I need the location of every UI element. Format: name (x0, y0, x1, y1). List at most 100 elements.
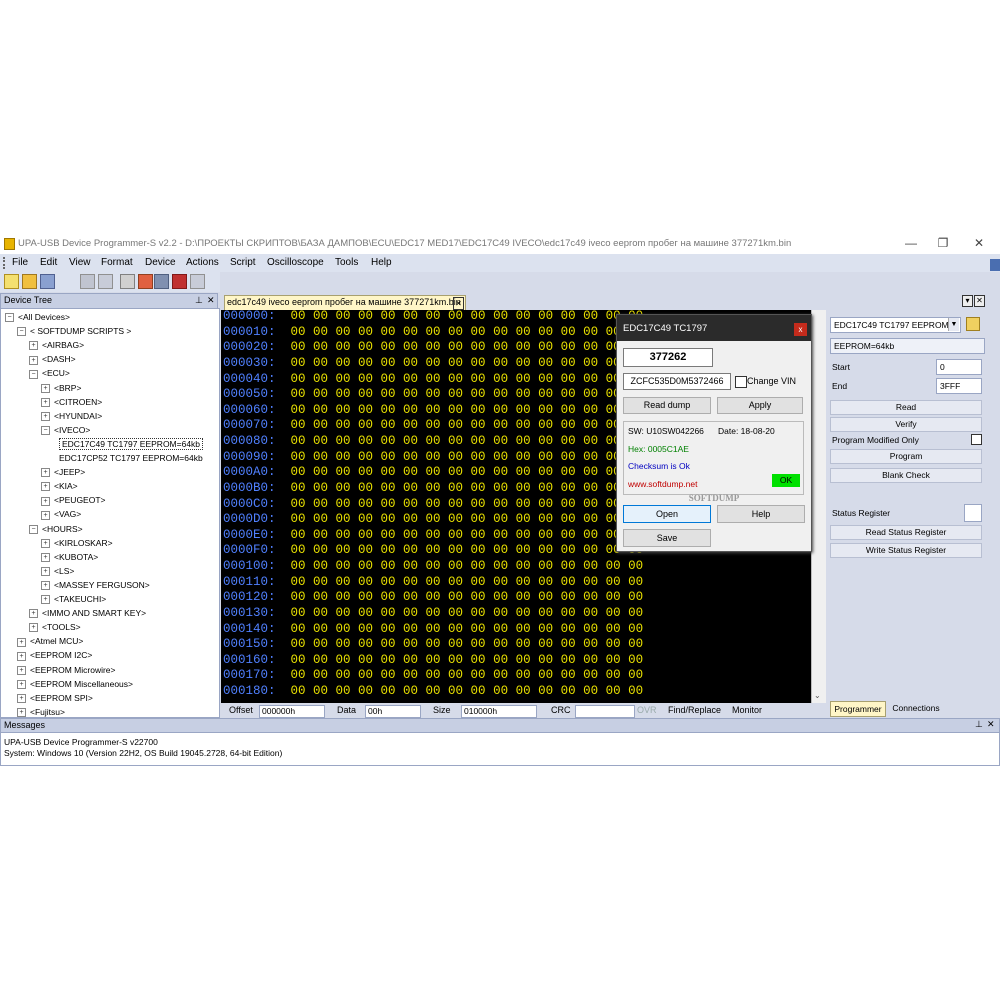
expand-icon[interactable]: + (41, 510, 50, 520)
hex-row[interactable]: 000070: 00 00 00 00 00 00 00 00 00 00 00… (223, 418, 643, 434)
read-button[interactable]: Read (830, 400, 982, 415)
tree-item[interactable]: + <IMMO AND SMART KEY> (29, 606, 146, 620)
hex-row[interactable]: 000160: 00 00 00 00 00 00 00 00 00 00 00… (223, 653, 643, 669)
hex-row[interactable]: 000000: 00 00 00 00 00 00 00 00 00 00 00… (223, 310, 643, 325)
hex-bytes[interactable]: 00 00 00 00 00 00 00 00 00 00 00 00 00 0… (291, 575, 644, 589)
tree-item[interactable]: + <MASSEY FERGUSON> (41, 578, 150, 592)
menu-help[interactable]: Help (371, 257, 392, 268)
ok-indicator[interactable]: OK (772, 474, 800, 487)
hex-bytes[interactable]: 00 00 00 00 00 00 00 00 00 00 00 00 00 0… (291, 559, 644, 573)
menu-overflow-icon[interactable] (990, 259, 1000, 271)
expand-icon[interactable]: + (41, 397, 50, 407)
tree-item[interactable]: − <HOURS> (29, 522, 83, 536)
hex-row[interactable]: 0000F0: 00 00 00 00 00 00 00 00 00 00 00… (223, 543, 643, 559)
tree-item[interactable]: + <KUBOTA> (41, 550, 98, 564)
status-register-field[interactable] (964, 504, 982, 522)
tree-item[interactable]: + <DASH> (29, 352, 76, 366)
expand-icon[interactable]: + (41, 581, 50, 591)
tree-item[interactable]: + <HYUNDAI> (41, 409, 102, 423)
expand-icon[interactable]: + (29, 609, 38, 619)
hex-bytes[interactable]: 00 00 00 00 00 00 00 00 00 00 00 00 00 0… (291, 387, 644, 401)
start-field[interactable]: 0 (936, 359, 982, 375)
expand-icon[interactable]: + (17, 665, 26, 675)
mileage-field[interactable]: 377262 (623, 348, 713, 367)
tree-item[interactable]: + <AIRBAG> (29, 338, 84, 352)
settings-icon[interactable] (190, 274, 205, 289)
write-status-register-button[interactable]: Write Status Register (830, 543, 982, 558)
menu-file[interactable]: File (12, 257, 28, 268)
hex-bytes[interactable]: 00 00 00 00 00 00 00 00 00 00 00 00 00 0… (291, 434, 644, 448)
offset-field[interactable]: 000000h (259, 705, 325, 718)
hex-row[interactable]: 000170: 00 00 00 00 00 00 00 00 00 00 00… (223, 668, 643, 684)
expand-icon[interactable]: + (29, 341, 38, 351)
tree-item[interactable]: + <LS> (41, 564, 74, 578)
hex-bytes[interactable]: 00 00 00 00 00 00 00 00 00 00 00 00 00 0… (291, 622, 644, 636)
menu-oscilloscope[interactable]: Oscilloscope (267, 257, 324, 268)
hex-bytes[interactable]: 00 00 00 00 00 00 00 00 00 00 00 00 00 0… (291, 543, 644, 557)
hex-bytes[interactable]: 00 00 00 00 00 00 00 00 00 00 00 00 00 0… (291, 403, 644, 417)
hex-scrollbar[interactable]: ⌄ (811, 310, 826, 703)
tree-item[interactable]: EDC17C49 TC1797 EEPROM=64kb (59, 437, 204, 451)
open-button[interactable]: Open (623, 505, 711, 523)
hex-row[interactable]: 000090: 00 00 00 00 00 00 00 00 00 00 00… (223, 450, 643, 466)
device-tree-close-icon[interactable]: ✕ (207, 295, 215, 306)
tree-item[interactable]: − <IVECO> (41, 423, 90, 437)
hex-row[interactable]: 0000C0: 00 00 00 00 00 00 00 00 00 00 00… (223, 497, 643, 513)
save-button[interactable]: Save (623, 529, 711, 547)
device-icon[interactable] (154, 274, 169, 289)
tree-item[interactable]: + <JEEP> (41, 465, 85, 479)
hex-row[interactable]: 000180: 00 00 00 00 00 00 00 00 00 00 00… (223, 684, 643, 700)
tree-item[interactable]: + <EEPROM SPI> (17, 691, 93, 705)
menu-format[interactable]: Format (101, 257, 133, 268)
hex-row[interactable]: 0000B0: 00 00 00 00 00 00 00 00 00 00 00… (223, 481, 643, 497)
collapse-icon[interactable]: − (29, 524, 38, 534)
messages-close-icon[interactable]: ✕ (987, 719, 995, 730)
collapse-icon[interactable]: − (41, 426, 50, 436)
tree-item[interactable]: + <Fujitsu> (17, 705, 65, 717)
tab-close-all-icon[interactable]: ✕ (974, 295, 985, 307)
program-modified-only-checkbox[interactable] (971, 434, 982, 445)
hex-bytes[interactable]: 00 00 00 00 00 00 00 00 00 00 00 00 00 0… (291, 512, 644, 526)
minimize-button[interactable]: — (896, 235, 926, 251)
tree-item[interactable]: + <KIRLOSKAR> (41, 536, 113, 550)
apply-button[interactable]: Apply (717, 397, 803, 414)
hex-row[interactable]: 000150: 00 00 00 00 00 00 00 00 00 00 00… (223, 637, 643, 653)
hex-row[interactable]: 000080: 00 00 00 00 00 00 00 00 00 00 00… (223, 434, 643, 450)
edit-icon[interactable] (138, 274, 153, 289)
read-status-register-button[interactable]: Read Status Register (830, 525, 982, 540)
tree-item[interactable]: + <Atmel MCU> (17, 634, 83, 648)
hex-bytes[interactable]: 00 00 00 00 00 00 00 00 00 00 00 00 00 0… (291, 684, 644, 698)
monitor-button[interactable]: Monitor (732, 705, 762, 715)
bug-icon[interactable] (172, 274, 187, 289)
tab-list-icon[interactable]: ▾ (962, 295, 973, 307)
tree-item[interactable]: EDC17CP52 TC1797 EEPROM=64kb (59, 451, 203, 465)
tree-item[interactable]: + <BRP> (41, 381, 81, 395)
collapse-icon[interactable]: − (29, 369, 38, 379)
expand-icon[interactable]: + (41, 538, 50, 548)
tree-item[interactable]: + <CITROEN> (41, 395, 102, 409)
hex-bytes[interactable]: 00 00 00 00 00 00 00 00 00 00 00 00 00 0… (291, 497, 644, 511)
hex-bytes[interactable]: 00 00 00 00 00 00 00 00 00 00 00 00 00 0… (291, 668, 644, 682)
expand-icon[interactable]: + (17, 693, 26, 703)
hex-row[interactable]: 000130: 00 00 00 00 00 00 00 00 00 00 00… (223, 606, 643, 622)
collapse-icon[interactable]: − (5, 313, 14, 323)
tree-item[interactable]: + <TAKEUCHI> (41, 592, 106, 606)
change-vin-checkbox[interactable] (735, 376, 747, 388)
tree-item[interactable]: + <PEUGEOT> (41, 493, 106, 507)
help-button[interactable]: Help (717, 505, 805, 523)
expand-icon[interactable]: + (41, 383, 50, 393)
hex-row[interactable]: 000040: 00 00 00 00 00 00 00 00 00 00 00… (223, 372, 643, 388)
hex-row[interactable]: 000110: 00 00 00 00 00 00 00 00 00 00 00… (223, 575, 643, 591)
hex-bytes[interactable]: 00 00 00 00 00 00 00 00 00 00 00 00 00 0… (291, 356, 644, 370)
website-link[interactable]: www.softdump.net (628, 479, 697, 489)
hex-bytes[interactable]: 00 00 00 00 00 00 00 00 00 00 00 00 00 0… (291, 653, 644, 667)
hex-row[interactable]: 0000E0: 00 00 00 00 00 00 00 00 00 00 00… (223, 528, 643, 544)
expand-icon[interactable]: + (41, 468, 50, 478)
read-dump-button[interactable]: Read dump (623, 397, 711, 414)
verify-button[interactable]: Verify (830, 417, 982, 432)
expand-icon[interactable]: + (41, 496, 50, 506)
menu-script[interactable]: Script (230, 257, 256, 268)
menu-tools[interactable]: Tools (335, 257, 358, 268)
expand-icon[interactable]: + (29, 355, 38, 365)
hex-row[interactable]: 000120: 00 00 00 00 00 00 00 00 00 00 00… (223, 590, 643, 606)
